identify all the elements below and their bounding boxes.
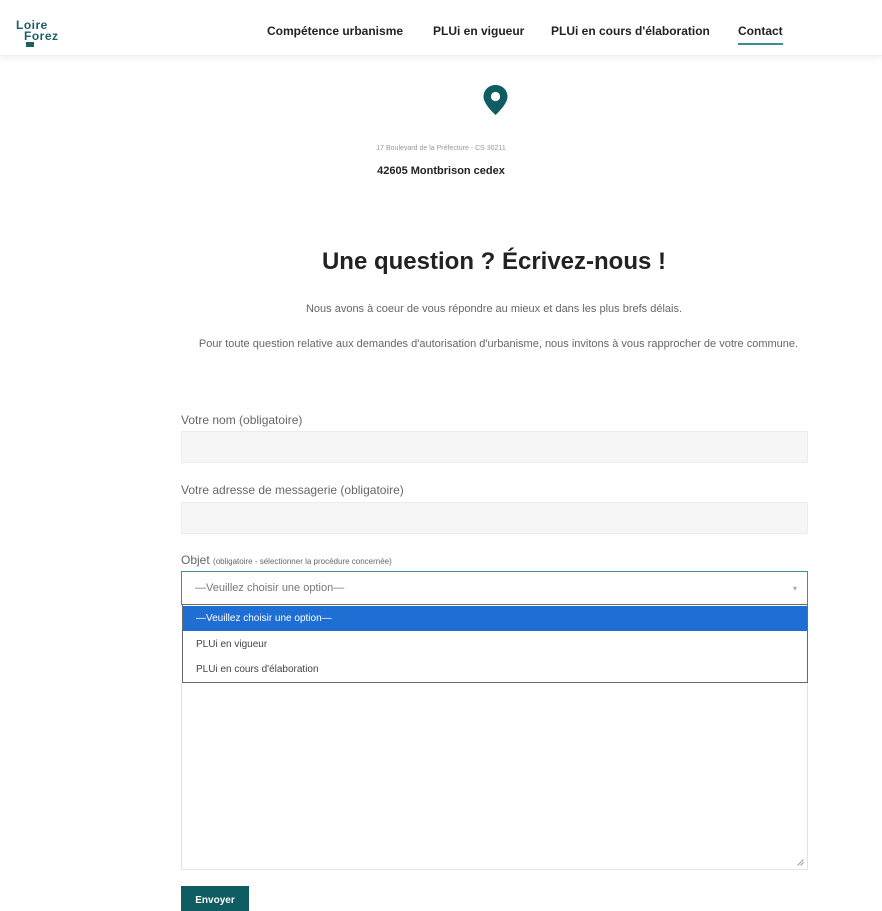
subject-select[interactable]: —Veuillez choisir une option— ▾: [181, 571, 808, 605]
name-label: Votre nom (obligatoire): [181, 413, 303, 427]
address-city: 42605 Montbrison cedex: [377, 165, 505, 177]
resize-grip-icon[interactable]: [797, 859, 804, 866]
nav-plui-en-cours[interactable]: PLUi en cours d'élaboration: [551, 24, 710, 38]
subject-label: Objet (obligatoire - sélectionner la pro…: [181, 553, 392, 567]
name-field[interactable]: [181, 431, 808, 463]
dropdown-option[interactable]: PLUi en vigueur: [183, 632, 807, 657]
nav-contact[interactable]: Contact: [738, 24, 783, 45]
subject-select-value: —Veuillez choisir une option—: [195, 582, 345, 594]
address-street: 17 Boulevard de la Préfecture - CS 30211: [376, 145, 506, 152]
subject-label-text: Objet: [181, 553, 210, 567]
logo-line-2: Forez: [24, 29, 59, 43]
message-textarea[interactable]: [181, 683, 808, 870]
nav-competence-urbanisme[interactable]: Compétence urbanisme: [267, 24, 403, 38]
intro-text: Nous avons à coeur de vous répondre au m…: [305, 303, 683, 315]
site-header: Loire Forez Compétence urbanisme PLUi en…: [0, 0, 882, 56]
subject-dropdown: —Veuillez choisir une option— PLUi en vi…: [182, 604, 808, 683]
logo-mark: [26, 42, 34, 47]
email-field[interactable]: [181, 502, 808, 534]
site-logo[interactable]: Loire Forez: [14, 19, 64, 48]
chevron-down-icon: ▾: [792, 584, 797, 593]
subject-hint: (obligatoire - sélectionner la procédure…: [213, 557, 392, 566]
dropdown-option[interactable]: —Veuillez choisir une option—: [183, 606, 807, 631]
email-label: Votre adresse de messagerie (obligatoire…: [181, 483, 404, 497]
nav-plui-en-vigueur[interactable]: PLUi en vigueur: [433, 24, 524, 38]
dropdown-option[interactable]: PLUi en cours d'élaboration: [183, 657, 807, 682]
intro-note: Pour toute question relative aux demande…: [198, 338, 799, 350]
page-title: Une question ? Écrivez-nous !: [321, 248, 667, 275]
submit-button[interactable]: Envoyer: [181, 886, 249, 911]
map-pin-icon: [483, 85, 508, 115]
